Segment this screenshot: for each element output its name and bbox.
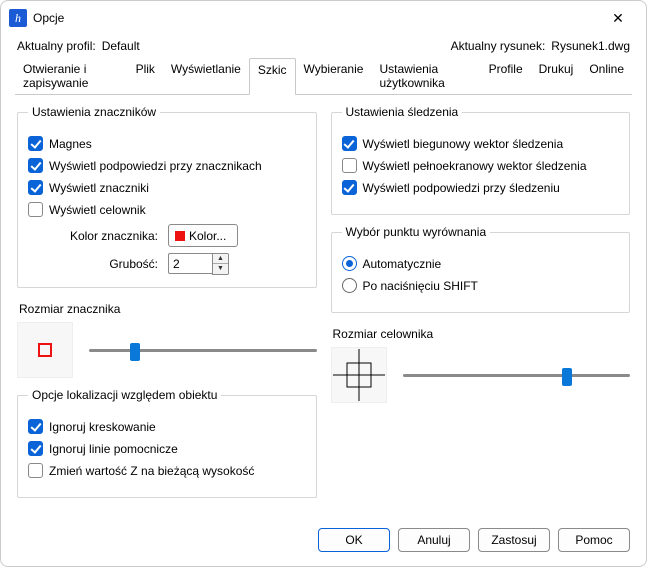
- show-markers-checkbox[interactable]: [28, 180, 43, 195]
- replace-z-checkbox[interactable]: [28, 463, 43, 478]
- close-icon[interactable]: ✕: [598, 3, 638, 33]
- marker-size-preview: [17, 322, 73, 378]
- current-profile-label: Aktualny profil:: [17, 39, 96, 53]
- ok-button[interactable]: OK: [318, 528, 390, 552]
- ignore-hatch-label: Ignoruj kreskowanie: [49, 420, 156, 434]
- tracking-group: Ustawienia śledzenia Wyświetl biegunowy …: [331, 105, 631, 215]
- tab-display[interactable]: Wyświetlanie: [163, 58, 249, 95]
- marker-color-label: Kolor znacznika:: [58, 229, 158, 243]
- current-drawing-value: Rysunek1.dwg: [551, 39, 630, 53]
- marker-color-button[interactable]: Kolor...: [168, 224, 238, 247]
- show-crosshair-label: Wyświetl celownik: [49, 203, 146, 217]
- tab-selection[interactable]: Wybieranie: [296, 58, 372, 95]
- tab-bar: Otwieranie i zapisywanie Plik Wyświetlan…: [1, 57, 646, 94]
- app-icon: h: [9, 9, 27, 27]
- ignore-guides-checkbox[interactable]: [28, 441, 43, 456]
- current-drawing-label: Aktualny rysunek:: [451, 39, 546, 53]
- tab-file[interactable]: Plik: [128, 58, 163, 95]
- marker-size-group: Rozmiar znacznika: [17, 302, 317, 378]
- thickness-label: Grubość:: [58, 257, 158, 271]
- window-title: Opcje: [33, 11, 64, 25]
- tracking-tips-label: Wyświetl podpowiedzi przy śledzeniu: [363, 181, 560, 195]
- marker-size-slider[interactable]: [89, 340, 317, 360]
- crosshair-preview: [331, 347, 387, 403]
- spin-up-icon[interactable]: ▲: [213, 254, 228, 264]
- crosshair-icon: [333, 349, 385, 401]
- tab-user-settings[interactable]: Ustawienia użytkownika: [371, 58, 480, 95]
- tracking-tips-checkbox[interactable]: [342, 180, 357, 195]
- dialog-footer: OK Anuluj Zastosuj Pomoc: [1, 520, 646, 566]
- options-dialog: h Opcje ✕ Aktualny profil: Default Aktua…: [0, 0, 647, 567]
- shift-label: Po naciśnięciu SHIFT: [363, 279, 478, 293]
- shift-radio[interactable]: [342, 278, 357, 293]
- crosshair-size-group: Rozmiar celownika: [331, 327, 631, 403]
- replace-z-label: Zmień wartość Z na bieżącą wysokość: [49, 464, 254, 478]
- polar-label: Wyświetl biegunowy wektor śledzenia: [363, 137, 564, 151]
- magnet-checkbox[interactable]: [28, 136, 43, 151]
- cancel-button[interactable]: Anuluj: [398, 528, 470, 552]
- marker-size-label: Rozmiar znacznika: [17, 302, 317, 316]
- apply-button[interactable]: Zastosuj: [478, 528, 550, 552]
- thickness-input[interactable]: [168, 253, 212, 274]
- thickness-stepper[interactable]: ▲▼: [168, 253, 229, 275]
- object-loc-group: Opcje lokalizacji względem obiektu Ignor…: [17, 388, 317, 498]
- crosshair-size-label: Rozmiar celownika: [331, 327, 631, 341]
- align-point-group: Wybór punktu wyrównania Automatycznie Po…: [331, 225, 631, 313]
- polar-checkbox[interactable]: [342, 136, 357, 151]
- tab-sketch[interactable]: Szkic: [249, 58, 296, 95]
- auto-label: Automatycznie: [363, 257, 442, 271]
- tracking-legend: Ustawienia śledzenia: [342, 105, 463, 119]
- tab-print[interactable]: Drukuj: [531, 58, 582, 95]
- object-loc-legend: Opcje lokalizacji względem obiektu: [28, 388, 221, 402]
- align-point-legend: Wybór punktu wyrównania: [342, 225, 491, 239]
- marker-settings-legend: Ustawienia znaczników: [28, 105, 160, 119]
- profile-row: Aktualny profil: Default Aktualny rysune…: [1, 35, 646, 57]
- auto-radio[interactable]: [342, 256, 357, 271]
- crosshair-size-slider[interactable]: [403, 365, 631, 385]
- ignore-hatch-checkbox[interactable]: [28, 419, 43, 434]
- ignore-guides-label: Ignoruj linie pomocnicze: [49, 442, 178, 456]
- show-markers-label: Wyświetl znaczniki: [49, 181, 149, 195]
- fullscreen-label: Wyświetl pełnoekranowy wektor śledzenia: [363, 159, 587, 173]
- show-tips-label: Wyświetl podpowiedzi przy znacznikach: [49, 159, 262, 173]
- show-crosshair-checkbox[interactable]: [28, 202, 43, 217]
- titlebar: h Opcje ✕: [1, 1, 646, 35]
- current-profile-value: Default: [102, 39, 140, 53]
- tab-open-save[interactable]: Otwieranie i zapisywanie: [15, 58, 128, 95]
- tab-online[interactable]: Online: [581, 58, 632, 95]
- tab-profiles[interactable]: Profile: [481, 58, 531, 95]
- show-tips-checkbox[interactable]: [28, 158, 43, 173]
- help-button[interactable]: Pomoc: [558, 528, 630, 552]
- color-swatch-icon: [175, 231, 185, 241]
- magnet-label: Magnes: [49, 137, 92, 151]
- fullscreen-checkbox[interactable]: [342, 158, 357, 173]
- spin-down-icon[interactable]: ▼: [213, 264, 228, 274]
- marker-settings-group: Ustawienia znaczników Magnes Wyświetl po…: [17, 105, 317, 288]
- marker-preview-icon: [38, 343, 52, 357]
